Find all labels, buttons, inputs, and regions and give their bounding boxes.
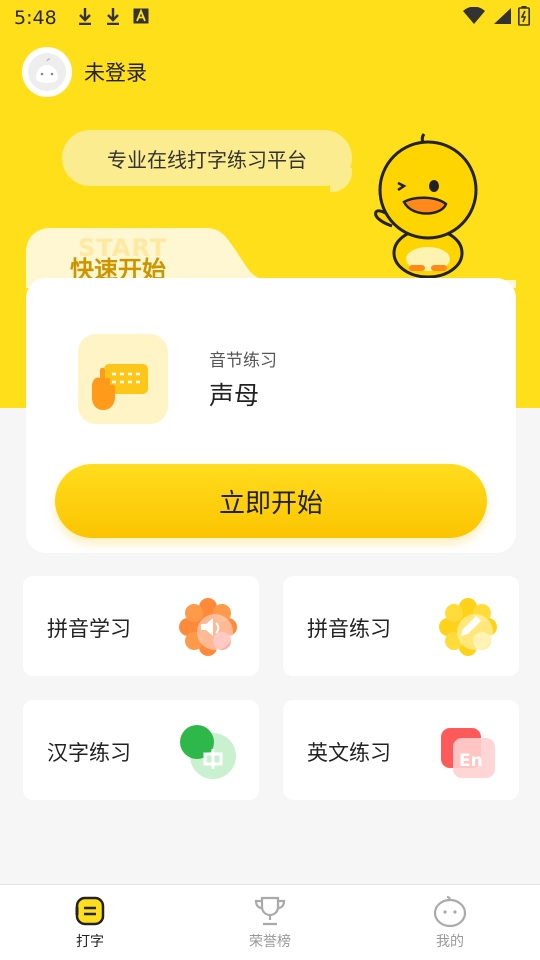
tile-label: 汉字练习 [47,741,131,765]
tile-english-practice[interactable]: 英文练习 En [283,700,519,800]
status-bar: 5:48 [0,0,540,36]
speaker-flower-icon [179,598,237,656]
tile-label: 英文练习 [307,741,391,765]
tile-pinyin-learn[interactable]: 拼音学习 [23,576,259,676]
bottom-tab-bar: 打字 荣誉榜 我的 [0,884,540,960]
lesson-name: 声母 [209,381,260,410]
chinese-char-icon [180,725,236,779]
download-icon [105,7,121,30]
start-now-button[interactable]: 立即开始 [55,464,487,538]
tile-hanzi-practice[interactable]: 汉字练习 [23,700,259,800]
profile-face-icon [433,896,467,927]
lesson-category: 音节练习 [209,351,277,371]
slogan-text: 专业在线打字练习平台 [107,147,307,172]
slogan-bubble: 专业在线打字练习平台 [62,130,352,186]
keyboard-hand-icon [78,334,168,424]
tile-label: 拼音练习 [307,617,391,641]
tab-honor-board[interactable]: 荣誉榜 [180,885,360,960]
avatar[interactable] [22,47,72,97]
pencil-flower-icon [439,598,497,656]
tab-label: 打字 [76,934,104,950]
wifi-icon [462,6,486,30]
status-time: 5:48 [14,7,57,29]
tab-label: 我的 [436,934,464,950]
download-icon [77,7,93,30]
tile-pinyin-practice[interactable]: 拼音练习 [283,576,519,676]
default-avatar-icon [28,53,66,91]
english-en-icon: En [441,728,495,778]
quick-start-card: 音节练习 声母 立即开始 [26,278,516,553]
tile-label: 拼音学习 [47,617,131,641]
tab-label: 荣誉榜 [249,934,291,950]
signal-icon [492,7,512,30]
svg-text:En: En [459,751,483,771]
typing-icon [75,896,105,926]
font-icon [133,7,149,29]
tab-typing[interactable]: 打字 [0,885,180,960]
tab-mine[interactable]: 我的 [360,885,540,960]
battery-icon [518,6,530,31]
trophy-icon [254,896,286,926]
user-login-area[interactable]: 未登录 [22,47,147,97]
login-text[interactable]: 未登录 [84,57,147,87]
